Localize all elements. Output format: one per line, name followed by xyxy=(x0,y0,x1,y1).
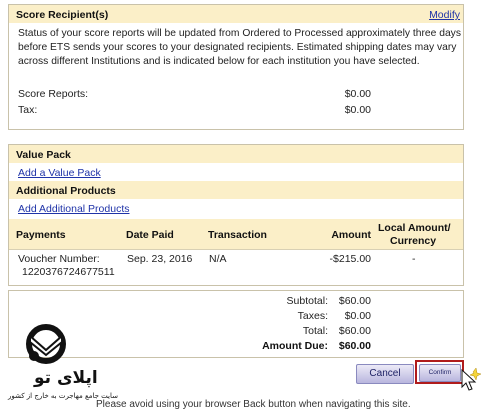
local-amount-value: - xyxy=(412,253,416,265)
total-label: Total: xyxy=(302,325,328,337)
totals-panel: Subtotal: $60.00 Taxes: $0.00 Total: $60… xyxy=(8,290,464,358)
amount-due-value: $60.00 xyxy=(338,340,371,352)
local-amount-column-header-line-1: Local Amount/ xyxy=(378,222,451,234)
local-amount-column-header-line-2: Currency xyxy=(390,235,437,247)
transaction-column-header: Transaction xyxy=(208,229,267,241)
add-additional-products-link[interactable]: Add Additional Products xyxy=(18,203,130,215)
subtotal-value: $60.00 xyxy=(338,295,371,307)
watermark-logo-icon xyxy=(26,324,66,364)
watermark-name: اپلای تو xyxy=(34,368,98,388)
amount-value: -$215.00 xyxy=(329,253,371,265)
score-recipient-title: Score Recipient(s) xyxy=(16,9,109,21)
add-value-pack-link[interactable]: Add a Value Pack xyxy=(18,167,101,179)
payments-column-header: Payments xyxy=(16,229,66,241)
value-pack-header xyxy=(9,145,463,163)
taxes-label: Taxes: xyxy=(297,310,328,322)
total-value: $60.00 xyxy=(338,325,371,337)
cursor-icon xyxy=(461,368,482,391)
voucher-number-value: 1220376724677511 xyxy=(22,266,115,278)
subtotal-label: Subtotal: xyxy=(286,295,328,307)
footer-note: Please avoid using your browser Back but… xyxy=(96,399,411,410)
taxes-value: $0.00 xyxy=(344,310,371,322)
confirm-order-button[interactable]: Confirm Order xyxy=(419,364,461,382)
score-reports-label: Score Reports: xyxy=(18,88,89,100)
modify-link[interactable]: Modify xyxy=(429,9,460,21)
transaction-value: N/A xyxy=(209,253,227,265)
recipient-description-line-1: Status of your score reports will be upd… xyxy=(18,28,461,39)
additional-products-title: Additional Products xyxy=(16,185,116,197)
order-details-panel: Value Pack Add a Value Pack Additional P… xyxy=(8,144,464,286)
payments-divider xyxy=(9,249,463,250)
amount-due-label: Amount Due: xyxy=(262,340,328,352)
cancel-button[interactable]: Cancel xyxy=(356,364,414,384)
voucher-number-label: Voucher Number: xyxy=(18,253,100,265)
tax-value: $0.00 xyxy=(344,104,371,116)
value-pack-title: Value Pack xyxy=(16,149,71,161)
recipient-description-line-3: across different Institutions and is ind… xyxy=(18,56,420,67)
amount-column-header: Amount xyxy=(331,229,371,241)
recipient-description-line-2: before ETS sends your scores to your des… xyxy=(18,42,457,53)
date-paid-value: Sep. 23, 2016 xyxy=(127,253,193,265)
date-paid-column-header: Date Paid xyxy=(126,229,174,241)
score-reports-value: $0.00 xyxy=(344,88,371,100)
tax-label: Tax: xyxy=(18,104,38,116)
watermark-tagline: سایت جامع مهاجرت به خارج از کشور xyxy=(8,392,118,400)
score-recipient-panel: Score Recipient(s) Modify Status of your… xyxy=(8,4,464,130)
